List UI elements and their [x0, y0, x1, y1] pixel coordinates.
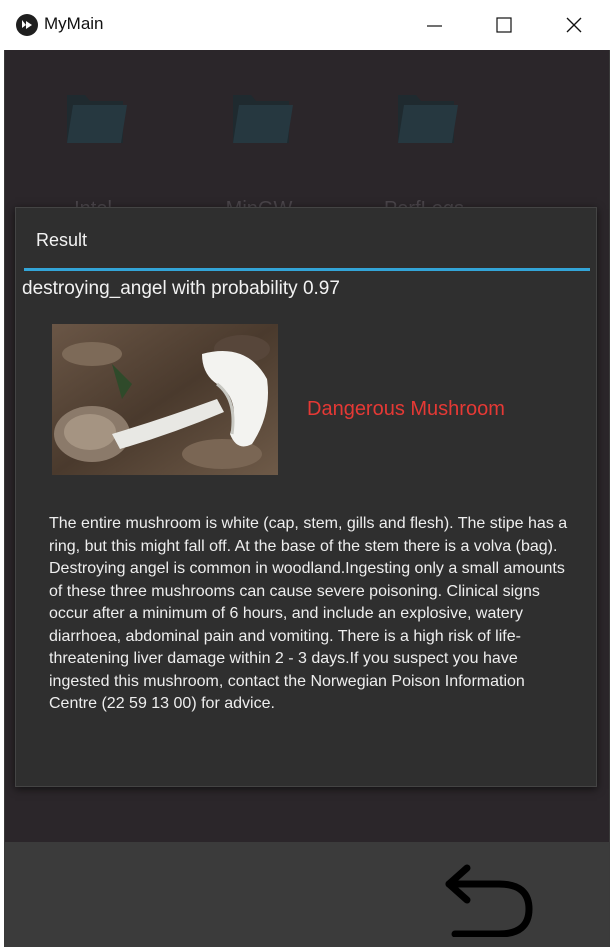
bottom-bar [5, 842, 609, 947]
close-button[interactable] [540, 0, 610, 50]
minimize-icon [427, 25, 442, 27]
maximize-icon [496, 17, 512, 33]
folder-item-intel[interactable]: Intel [23, 85, 163, 220]
folder-icon [398, 95, 458, 143]
app-window: Intel MinGW PerfLogs Result destroying_a… [4, 50, 610, 947]
dialog-separator [24, 268, 590, 271]
close-icon [566, 17, 582, 33]
danger-label: Dangerous Mushroom [307, 398, 505, 420]
folder-item-perflogs[interactable]: PerfLogs [354, 85, 494, 220]
mushroom-image [52, 324, 278, 475]
prediction-text: destroying_angel with probability 0.97 [22, 278, 340, 299]
folder-icon [67, 95, 127, 143]
result-dialog: Result destroying_angel with probability… [15, 207, 597, 787]
back-arrow-icon [445, 864, 533, 938]
folder-item-mingw[interactable]: MinGW [189, 85, 329, 220]
dialog-title: Result [36, 230, 88, 250]
folder-icon [233, 95, 293, 143]
mushroom-description: The entire mushroom is white (cap, stem,… [49, 515, 568, 712]
back-button[interactable] [437, 862, 537, 938]
title-bar: MyMain [0, 0, 610, 50]
window-title: MyMain [44, 14, 104, 33]
minimize-button[interactable] [400, 0, 470, 50]
maximize-button[interactable] [470, 0, 540, 50]
app-icon [16, 14, 38, 36]
